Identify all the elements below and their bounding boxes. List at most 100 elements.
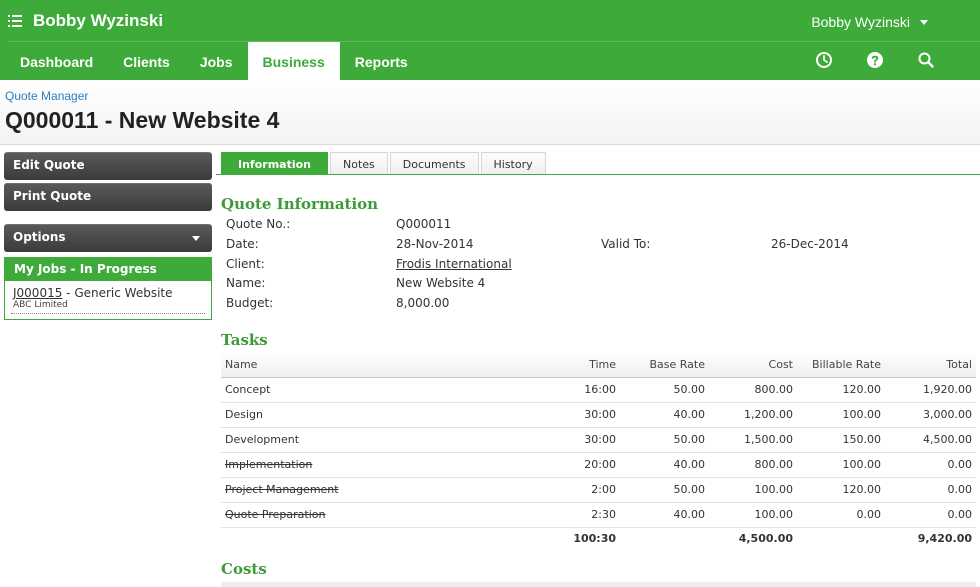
- date-value: 28-Nov-2014: [396, 237, 474, 251]
- job-separator: -: [62, 286, 75, 300]
- task-cost: 1,200.00: [709, 402, 797, 428]
- totals-spacer: [797, 527, 885, 549]
- table-row[interactable]: Project Management 2:00 50.00 100.00 120…: [221, 477, 976, 503]
- costs-table-header: [221, 582, 976, 587]
- nav-dashboard[interactable]: Dashboard: [5, 42, 108, 80]
- user-name: Bobby Wyzinski: [811, 14, 910, 30]
- task-total: 4,500.00: [885, 427, 976, 453]
- breadcrumb[interactable]: Quote Manager: [5, 89, 88, 103]
- options-button[interactable]: Options: [4, 224, 212, 252]
- list-item: J000015 - Generic Website: [5, 281, 211, 300]
- table-row[interactable]: Development 30:00 50.00 1,500.00 150.00 …: [221, 427, 976, 453]
- task-time: 2:00: [537, 477, 620, 503]
- my-jobs-panel: My Jobs - In Progress J000015 - Generic …: [4, 257, 212, 320]
- tab-information[interactable]: Information: [221, 152, 328, 175]
- valid-to-label: Valid To:: [601, 237, 651, 251]
- page-title: Q000011 - New Website 4: [5, 107, 280, 133]
- tab-history[interactable]: History: [480, 152, 546, 175]
- divider: [11, 313, 205, 314]
- task-time: 20:00: [537, 452, 620, 478]
- clock-icon[interactable]: [814, 50, 834, 70]
- app-name: Bobby Wyzinski: [33, 11, 164, 30]
- task-total: 0.00: [885, 477, 976, 503]
- nav-business[interactable]: Business: [247, 42, 340, 80]
- main-nav: Dashboard Clients Jobs Business Reports: [5, 42, 423, 80]
- quote-no-value: Q000011: [396, 217, 452, 231]
- table-header-row: Name Time Base Rate Cost Billable Rate T…: [221, 353, 976, 378]
- search-icon[interactable]: [916, 50, 936, 70]
- task-time: 16:00: [537, 377, 620, 403]
- budget-label: Budget:: [226, 296, 274, 310]
- task-name: Concept: [221, 377, 537, 403]
- task-billable-rate: 120.00: [797, 377, 885, 403]
- column-header: Time: [537, 353, 620, 378]
- task-name: Design: [221, 402, 537, 428]
- task-billable-rate: 150.00: [797, 427, 885, 453]
- task-billable-rate: 120.00: [797, 477, 885, 503]
- print-quote-button[interactable]: Print Quote: [4, 183, 212, 211]
- task-base-rate: 50.00: [620, 427, 709, 453]
- tasks-table: Name Time Base Rate Cost Billable Rate T…: [221, 353, 976, 549]
- page-header: Quote Manager Q000011 - New Website 4: [0, 80, 980, 145]
- table-row[interactable]: Design 30:00 40.00 1,200.00 100.00 3,000…: [221, 402, 976, 428]
- user-menu[interactable]: Bobby Wyzinski: [811, 14, 928, 30]
- chevron-down-icon: [920, 19, 928, 25]
- help-icon[interactable]: [865, 50, 885, 70]
- client-label: Client:: [226, 257, 265, 271]
- options-label: Options: [13, 230, 66, 244]
- table-row[interactable]: Implementation 20:00 40.00 800.00 100.00…: [221, 452, 976, 478]
- task-base-rate: 50.00: [620, 477, 709, 503]
- task-base-rate: 40.00: [620, 402, 709, 428]
- valid-to-value: 26-Dec-2014: [771, 237, 849, 251]
- task-cost: 800.00: [709, 377, 797, 403]
- task-name: Project Management: [221, 477, 537, 503]
- table-row[interactable]: Quote Preparation 2:30 40.00 100.00 0.00…: [221, 502, 976, 528]
- table-row[interactable]: Concept 16:00 50.00 800.00 120.00 1,920.…: [221, 377, 976, 403]
- task-name: Development: [221, 427, 537, 453]
- column-header: Base Rate: [620, 353, 709, 378]
- nav-clients[interactable]: Clients: [108, 42, 185, 80]
- brand: Bobby Wyzinski: [8, 10, 163, 32]
- job-client: ABC Limited: [13, 300, 68, 310]
- column-header: Billable Rate: [797, 353, 885, 378]
- task-billable-rate: 100.00: [797, 402, 885, 428]
- task-total: 1,920.00: [885, 377, 976, 403]
- job-name: Generic Website: [74, 286, 173, 300]
- quote-information-heading: Quote Information: [221, 195, 379, 213]
- name-label: Name:: [226, 276, 266, 290]
- column-header: Cost: [709, 353, 797, 378]
- tab-bar: Information Notes Documents History: [221, 152, 548, 175]
- nav-reports[interactable]: Reports: [340, 42, 423, 80]
- task-billable-rate: 100.00: [797, 452, 885, 478]
- edit-quote-button[interactable]: Edit Quote: [4, 152, 212, 180]
- column-header: Name: [221, 353, 537, 378]
- tab-documents[interactable]: Documents: [389, 152, 479, 175]
- task-name: Implementation: [221, 452, 537, 478]
- task-cost: 100.00: [709, 502, 797, 528]
- task-base-rate: 50.00: [620, 377, 709, 403]
- task-cost: 800.00: [709, 452, 797, 478]
- task-total: 3,000.00: [885, 402, 976, 428]
- task-cost: 100.00: [709, 477, 797, 503]
- divider: [216, 174, 980, 175]
- client-link[interactable]: Frodis International: [396, 257, 512, 271]
- task-cost: 1,500.00: [709, 427, 797, 453]
- task-base-rate: 40.00: [620, 502, 709, 528]
- top-bar: Bobby Wyzinski Bobby Wyzinski Dashboard …: [0, 0, 980, 80]
- tab-notes[interactable]: Notes: [330, 152, 388, 175]
- total-time: 100:30: [573, 531, 616, 545]
- total-cost: 4,500.00: [738, 531, 793, 545]
- menu-icon[interactable]: [8, 13, 24, 29]
- task-billable-rate: 0.00: [797, 502, 885, 528]
- nav-jobs[interactable]: Jobs: [185, 42, 248, 80]
- task-time: 30:00: [537, 427, 620, 453]
- my-jobs-heading: My Jobs - In Progress: [5, 258, 211, 281]
- budget-value: 8,000.00: [396, 296, 450, 310]
- totals-spacer: [620, 527, 709, 549]
- totals-spacer: [221, 527, 537, 549]
- name-value: New Website 4: [396, 276, 486, 290]
- totals-row: 100:30 4,500.00 9,420.00: [221, 527, 976, 549]
- grand-total: 9,420.00: [917, 531, 972, 545]
- task-total: 0.00: [885, 502, 976, 528]
- job-number-link[interactable]: J000015: [13, 286, 62, 300]
